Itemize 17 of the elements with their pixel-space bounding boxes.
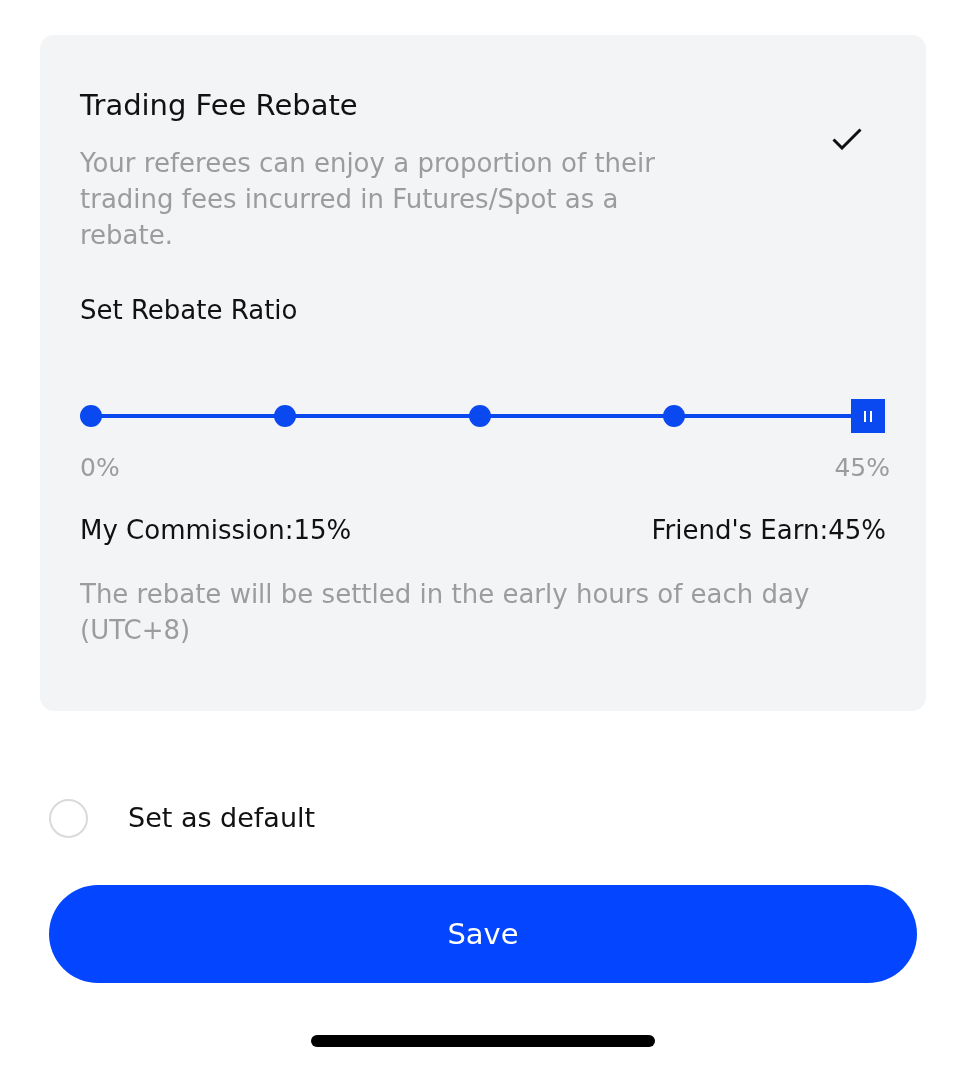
step-dot-icon xyxy=(80,405,102,427)
step-dot-icon xyxy=(274,405,297,427)
default-radio[interactable] xyxy=(49,798,88,838)
ratio-label: Set Rebate Ratio xyxy=(80,294,299,327)
max-label: 45% xyxy=(834,453,890,483)
settlement-note: The rebate will be settled in the early hours of each day (UTC+8) xyxy=(80,578,811,647)
slider-thumb[interactable] xyxy=(851,399,885,433)
card-title: Trading Fee Rebate xyxy=(80,87,359,124)
grip-icon xyxy=(864,410,872,422)
my-commission: My Commission:15% xyxy=(80,514,352,547)
default-label[interactable]: Set as default xyxy=(128,800,316,836)
card-description: Your referees can enjoy a proportion of their trading fees incurred in Futures/Spot as a rebate. xyxy=(80,147,656,252)
min-label: 0% xyxy=(80,453,120,483)
friends-earn: Friend's Earn:45% xyxy=(651,514,886,547)
step-dot-icon xyxy=(662,405,685,427)
save-button[interactable]: Save xyxy=(49,885,917,983)
step-dot-icon xyxy=(468,405,491,427)
